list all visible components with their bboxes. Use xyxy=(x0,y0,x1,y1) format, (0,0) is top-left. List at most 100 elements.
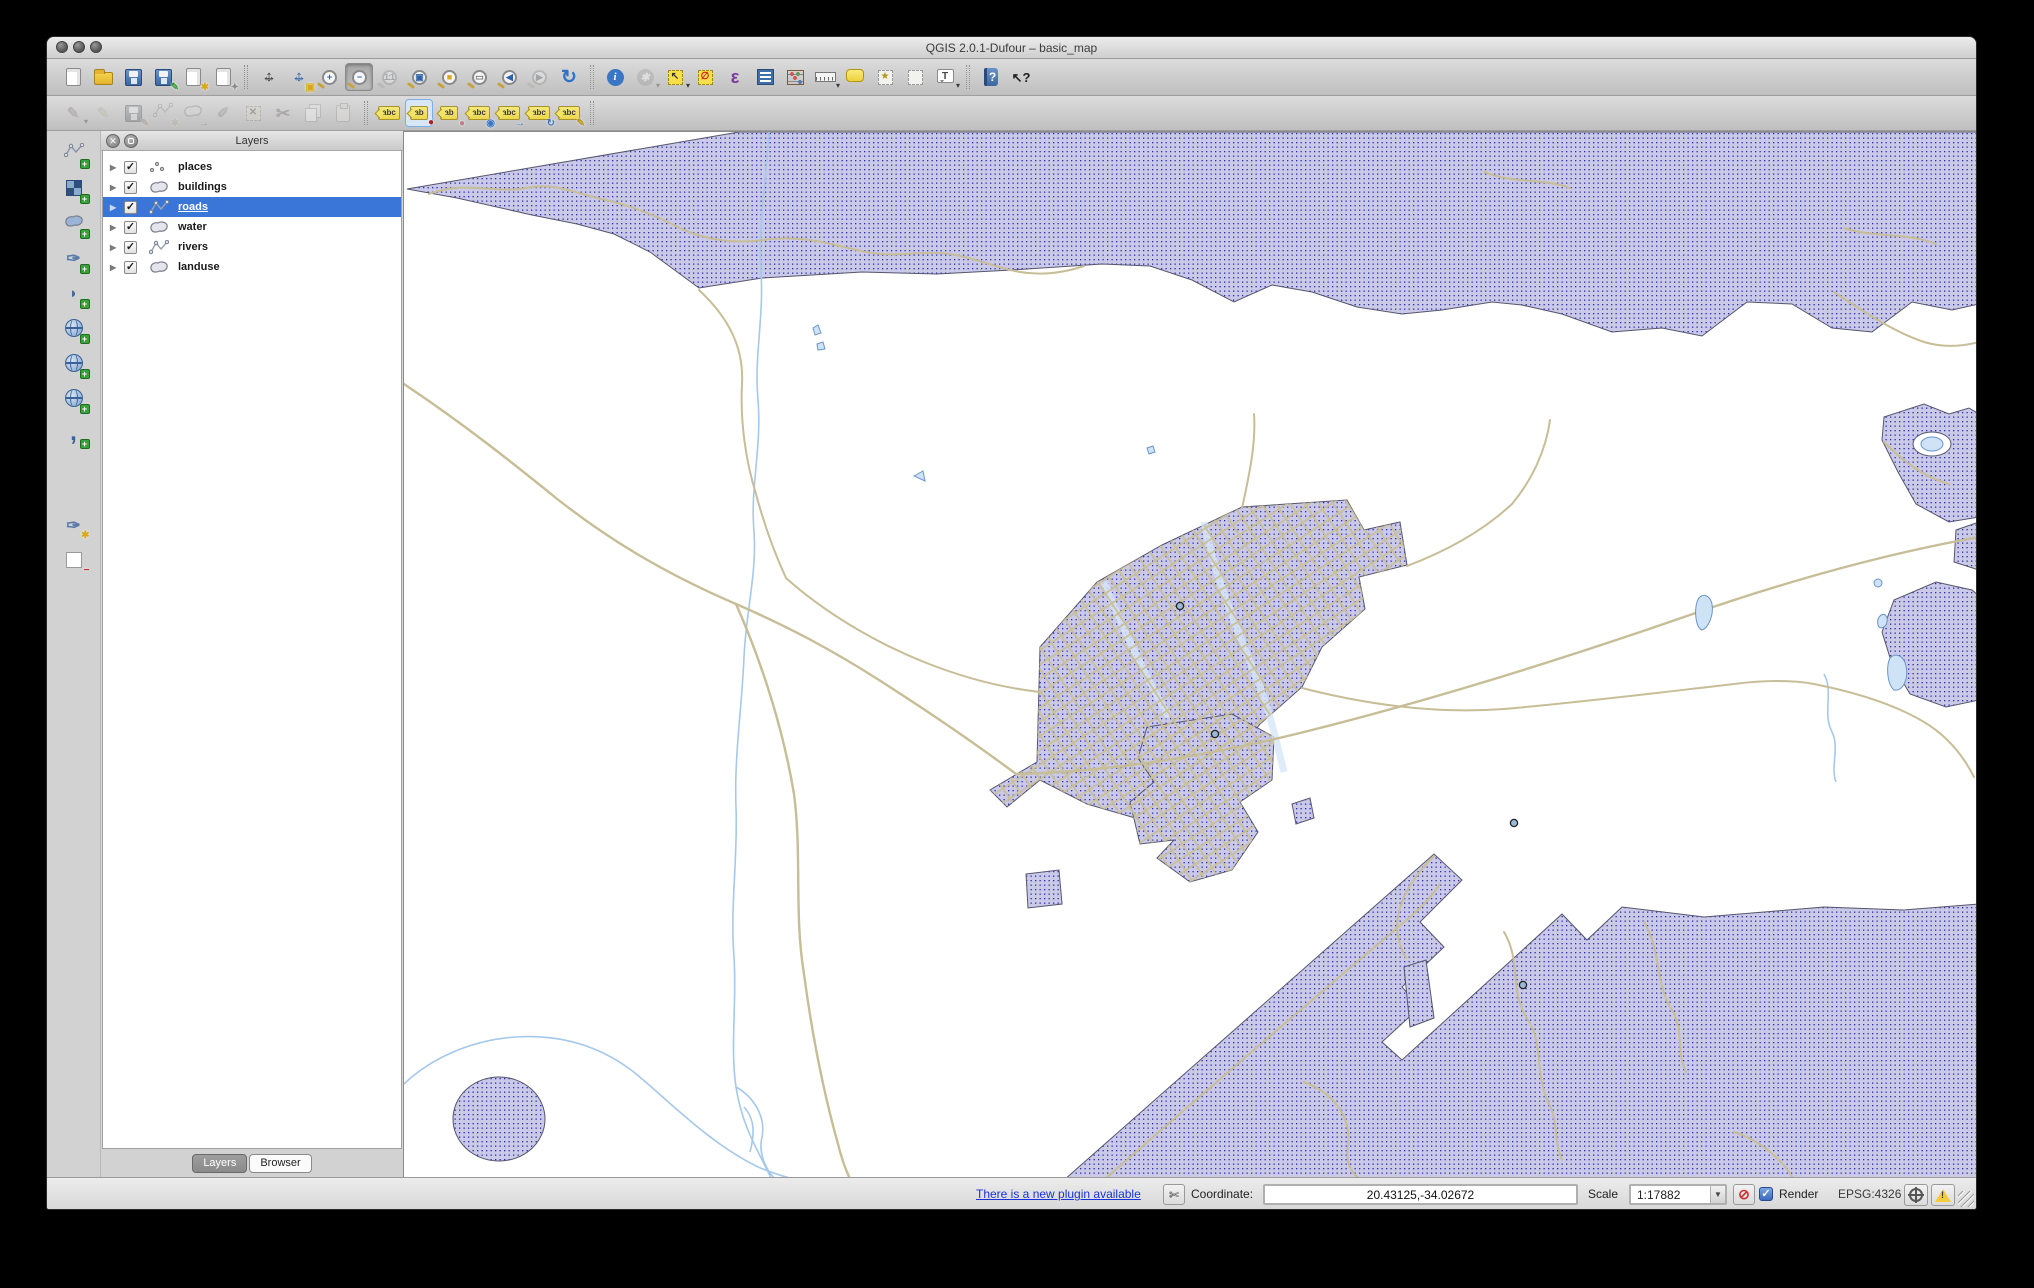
layer-visibility-checkbox[interactable]: ✓ xyxy=(124,160,137,174)
tab-browser[interactable]: Browser xyxy=(249,1153,312,1173)
rotate-label[interactable]: abc ↻ xyxy=(525,99,555,129)
field-calculator[interactable] xyxy=(781,63,809,91)
composer-manager[interactable]: ✦ xyxy=(209,63,239,93)
layer-visibility-checkbox[interactable]: ✓ xyxy=(124,220,137,234)
add-wfs-layer[interactable]: + xyxy=(60,384,90,414)
save-layer-edits[interactable]: ✎ xyxy=(119,99,149,129)
close-window-button[interactable] xyxy=(56,41,68,53)
open-project[interactable] xyxy=(89,63,117,91)
expand-arrow-icon[interactable]: ▶ xyxy=(110,263,120,272)
show-hide-labels[interactable]: abc ◉ xyxy=(465,99,495,129)
add-wms-layer[interactable]: + xyxy=(60,314,90,344)
minimize-window-button[interactable] xyxy=(73,41,85,53)
copy-features[interactable] xyxy=(299,99,327,127)
open-attribute-table[interactable] xyxy=(751,63,779,91)
measure[interactable]: ▾ xyxy=(811,63,840,91)
current-edits[interactable]: ✎ ▾ xyxy=(59,99,88,127)
add-raster-layer[interactable]: + xyxy=(60,174,90,204)
measure-dropdown-icon[interactable]: ▾ xyxy=(836,82,840,90)
node-tool[interactable]: ✐ xyxy=(209,99,237,127)
highlight-pinned-labels[interactable]: ab ● xyxy=(435,99,465,129)
zoom-to-layer[interactable]: ▭ xyxy=(465,63,493,91)
zoom-next[interactable]: ▶ xyxy=(525,63,553,91)
show-bookmarks[interactable] xyxy=(901,63,929,91)
layer-visibility-checkbox[interactable]: ✓ xyxy=(124,240,137,254)
select-features[interactable]: ↖ ▾ xyxy=(661,63,690,91)
whats-this[interactable]: ↖? xyxy=(1007,63,1035,91)
layer-row-water[interactable]: ▶ ✓ water xyxy=(103,217,401,237)
new-plugin-link[interactable]: There is a new plugin available xyxy=(976,1184,1141,1204)
layer-row-landuse[interactable]: ▶ ✓ landuse xyxy=(103,257,401,277)
delete-selected[interactable]: ✕ xyxy=(239,99,267,127)
new-bookmark[interactable]: ★ xyxy=(871,63,899,91)
add-postgis-layer[interactable]: + xyxy=(60,209,90,239)
add-spatialite-layer[interactable]: ✑ + xyxy=(60,244,90,274)
run-feature-action-dropdown-icon[interactable]: ▾ xyxy=(656,82,660,90)
zoom-to-selection[interactable]: ■ xyxy=(435,63,463,91)
zoom-out[interactable]: − xyxy=(345,63,373,91)
panel-close-icon[interactable]: ✕ xyxy=(106,134,120,148)
add-vector-layer[interactable]: + xyxy=(60,139,90,169)
zoom-full-extent[interactable]: ▣ xyxy=(405,63,433,91)
zoom-in[interactable]: + xyxy=(315,63,343,91)
zoom-native[interactable]: 1:1 xyxy=(375,63,403,91)
deselect-features[interactable]: ∅ xyxy=(691,63,719,91)
text-annotation-dropdown-icon[interactable]: ▾ xyxy=(956,82,960,90)
identify-features[interactable]: i xyxy=(601,63,629,91)
layer-visibility-checkbox[interactable]: ✓ xyxy=(124,200,137,214)
expand-arrow-icon[interactable]: ▶ xyxy=(110,223,120,232)
save-project-as[interactable]: ✎ xyxy=(149,63,179,93)
new-project[interactable] xyxy=(59,63,87,91)
layer-row-roads[interactable]: ▶ ✓ roads xyxy=(103,197,401,217)
panel-float-icon[interactable] xyxy=(124,134,138,148)
pan-map[interactable]: ↔ ↕ xyxy=(255,63,283,91)
map-canvas[interactable] xyxy=(403,131,1976,1177)
text-annotation[interactable]: T ▾ xyxy=(931,63,960,91)
stop-render-icon[interactable]: ⊘ xyxy=(1733,1184,1755,1205)
messages-button[interactable] xyxy=(1931,1184,1955,1206)
title-bar[interactable]: QGIS 2.0.1-Dufour – basic_map xyxy=(47,37,1976,59)
refresh-map[interactable]: ↻ xyxy=(555,63,583,91)
crs-status-button[interactable] xyxy=(1904,1184,1928,1206)
current-edits-dropdown-icon[interactable]: ▾ xyxy=(84,118,88,126)
move-feature[interactable]: → xyxy=(179,99,209,129)
zoom-last[interactable]: ◀ xyxy=(495,63,523,91)
run-feature-action[interactable]: ✱ ▾ xyxy=(631,63,660,91)
pin-unpin-labels[interactable]: ab ● xyxy=(405,99,434,128)
pan-to-selection[interactable]: ↔ ↕ ▣ xyxy=(285,63,316,93)
expand-arrow-icon[interactable]: ▶ xyxy=(110,183,120,192)
tab-layers[interactable]: Layers xyxy=(192,1153,248,1173)
add-wcs-layer[interactable]: + xyxy=(60,349,90,379)
add-delimited-text-layer[interactable]: , + xyxy=(60,419,90,449)
save-project[interactable] xyxy=(119,63,147,91)
new-print-composer[interactable]: ✱ xyxy=(179,63,209,93)
coordinate-input[interactable] xyxy=(1263,1184,1578,1205)
scale-dropdown-icon[interactable]: ▼ xyxy=(1710,1186,1725,1203)
paste-features[interactable] xyxy=(329,99,357,127)
help-contents[interactable]: ? xyxy=(977,63,1005,91)
toggle-editing[interactable]: ✎ xyxy=(89,99,117,127)
expand-arrow-icon[interactable]: ▶ xyxy=(110,163,120,172)
add-feature[interactable]: ✱ xyxy=(149,99,179,129)
labeling[interactable]: abc xyxy=(375,99,403,127)
render-checkbox[interactable]: ✓ xyxy=(1759,1187,1773,1201)
layer-row-places[interactable]: ▶ ✓ places xyxy=(103,157,401,177)
add-mssql-layer[interactable]: ◗ + xyxy=(60,279,90,309)
zoom-window-button[interactable] xyxy=(90,41,102,53)
layer-row-rivers[interactable]: ▶ ✓ rivers xyxy=(103,237,401,257)
select-features-dropdown-icon[interactable]: ▾ xyxy=(686,82,690,90)
resize-grip[interactable] xyxy=(1958,1191,1974,1207)
plugin-icon[interactable]: ✄ xyxy=(1163,1184,1185,1205)
remove-layer[interactable]: − xyxy=(60,546,90,576)
move-label[interactable]: abc → xyxy=(495,99,525,129)
expand-arrow-icon[interactable]: ▶ xyxy=(110,203,120,212)
select-by-expression[interactable]: ε xyxy=(721,63,749,91)
layer-row-buildings[interactable]: ▶ ✓ buildings xyxy=(103,177,401,197)
layer-visibility-checkbox[interactable]: ✓ xyxy=(124,260,137,274)
expand-arrow-icon[interactable]: ▶ xyxy=(110,243,120,252)
cut-features[interactable]: ✂ xyxy=(269,99,297,127)
change-label[interactable]: abc ✎ xyxy=(555,99,585,129)
new-spatialite-layer[interactable]: ✑ ✱ xyxy=(60,511,89,541)
map-tips[interactable] xyxy=(841,63,869,91)
layer-visibility-checkbox[interactable]: ✓ xyxy=(124,180,137,194)
